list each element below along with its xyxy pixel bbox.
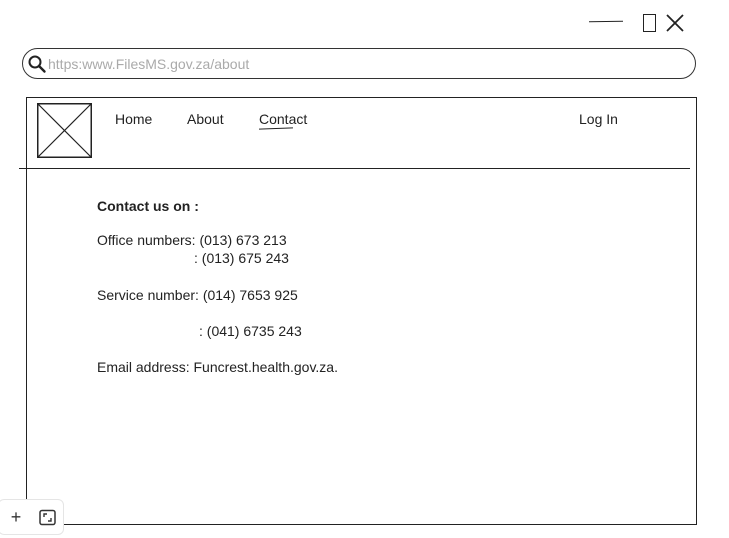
nav-about[interactable]: About — [187, 111, 224, 127]
nav-contact[interactable]: Contact — [259, 111, 307, 127]
page-frame — [26, 97, 697, 525]
contact-heading: Contact us on : — [97, 198, 199, 214]
maximize-icon[interactable] — [643, 14, 656, 32]
office-numbers-line-2: : (013) 675 243 — [194, 250, 289, 266]
service-number-line: Service number: (014) 7653 925 — [97, 287, 298, 303]
image-placeholder-icon — [37, 103, 92, 158]
url-text[interactable]: https:www.FilesMS.gov.za/about — [48, 56, 249, 72]
plus-icon[interactable]: + — [9, 508, 23, 526]
close-icon[interactable] — [664, 12, 686, 34]
service-number-line-2: : (041) 6735 243 — [199, 323, 302, 339]
address-bar[interactable]: https:www.FilesMS.gov.za/about — [22, 48, 696, 79]
nav-home[interactable]: Home — [115, 111, 152, 127]
office-numbers-line: Office numbers: (013) 673 213 — [97, 232, 287, 248]
minimize-icon[interactable] — [588, 20, 624, 23]
frame-icon[interactable] — [39, 509, 56, 526]
header-divider — [19, 168, 690, 169]
search-icon — [28, 55, 46, 73]
login-link[interactable]: Log In — [579, 111, 618, 127]
email-address-line: Email address: Funcrest.health.gov.za. — [97, 359, 338, 375]
